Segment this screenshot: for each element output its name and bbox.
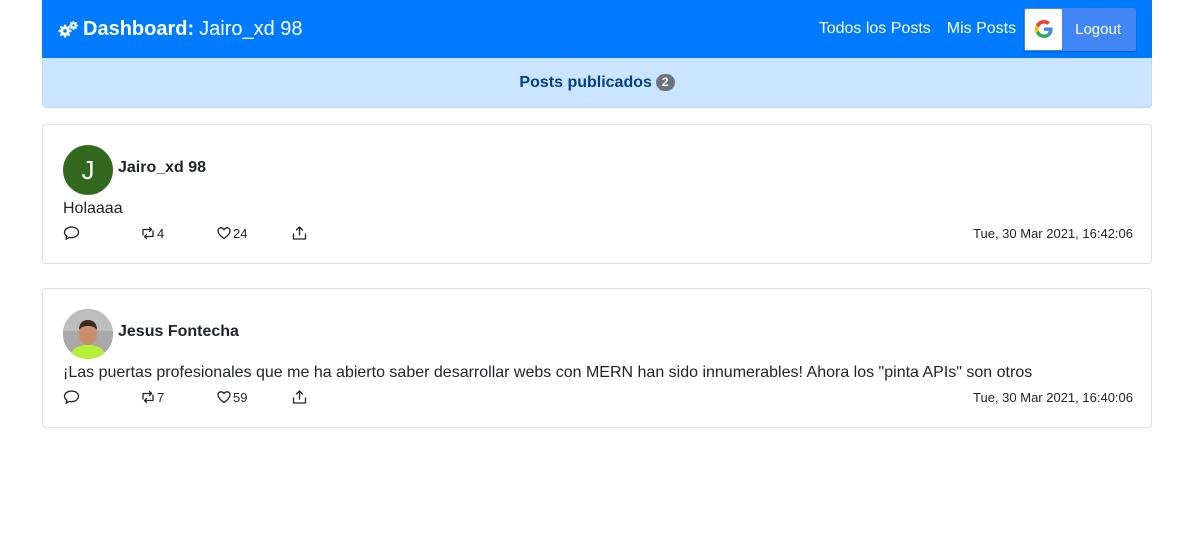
retweet-button[interactable]: 4 <box>140 225 164 241</box>
like-button[interactable]: 24 <box>216 225 247 241</box>
post-username[interactable]: Jesus Fontecha <box>118 323 239 341</box>
google-logo-box <box>1025 8 1063 50</box>
post-card: J Jairo_xd 98 Holaaaa 4 24 Tue, 30 Mar 2… <box>42 124 1152 264</box>
retweet-count: 7 <box>157 389 165 405</box>
share-button[interactable] <box>291 389 308 405</box>
post-username[interactable]: Jairo_xd 98 <box>118 159 206 177</box>
posts-banner: Posts publicados 2 <box>42 58 1152 108</box>
heart-icon <box>217 391 231 404</box>
retweet-icon <box>142 390 154 404</box>
comment-icon <box>63 226 80 240</box>
share-button[interactable] <box>291 225 308 241</box>
gears-icon <box>58 21 78 38</box>
post-timestamp: Tue, 30 Mar 2021, 16:42:06 <box>973 226 1133 241</box>
banner-title: Posts publicados <box>519 73 652 91</box>
comment-icon <box>63 390 80 404</box>
comment-button[interactable] <box>63 225 80 241</box>
post-content: Holaaaa <box>63 200 123 217</box>
post-actions: 4 24 Tue, 30 Mar 2021, 16:42:06 <box>63 225 1133 245</box>
post-card: Jesus Fontecha ¡Las puertas profesionale… <box>42 288 1152 428</box>
like-button[interactable]: 59 <box>216 389 247 405</box>
posts-count-badge: 2 <box>655 74 675 91</box>
avatar-letter: J <box>81 154 95 185</box>
logout-button[interactable]: Logout <box>1024 7 1136 51</box>
like-count: 24 <box>233 225 248 241</box>
brand-label: Dashboard: <box>83 17 195 40</box>
logout-label: Logout <box>1075 20 1121 38</box>
share-icon <box>292 226 307 240</box>
post-content: ¡Las puertas profesionales que me ha abi… <box>63 364 1033 381</box>
like-count: 59 <box>233 389 248 405</box>
brand-user: Jairo_xd 98 <box>199 17 303 40</box>
post-actions: 7 59 Tue, 30 Mar 2021, 16:40:06 <box>63 389 1133 409</box>
nav-link-todos-los-posts[interactable]: Todos los Posts <box>819 20 931 38</box>
retweet-button[interactable]: 7 <box>140 389 164 405</box>
nav-link-mis-posts[interactable]: Mis Posts <box>947 20 1016 38</box>
avatar[interactable] <box>63 309 113 359</box>
retweet-icon <box>142 226 154 240</box>
google-icon <box>1034 20 1053 38</box>
navbar: Dashboard: Jairo_xd 98 Todos los Posts M… <box>42 0 1152 58</box>
avatar-photo-icon <box>63 309 113 359</box>
comment-button[interactable] <box>63 389 80 405</box>
brand[interactable]: Dashboard: Jairo_xd 98 <box>57 18 303 41</box>
retweet-count: 4 <box>157 225 165 241</box>
post-timestamp: Tue, 30 Mar 2021, 16:40:06 <box>973 390 1133 405</box>
nav-right: Todos los Posts Mis Posts Logout <box>819 0 1136 58</box>
share-icon <box>292 390 307 404</box>
avatar[interactable]: J <box>63 145 113 195</box>
heart-icon <box>217 227 231 240</box>
